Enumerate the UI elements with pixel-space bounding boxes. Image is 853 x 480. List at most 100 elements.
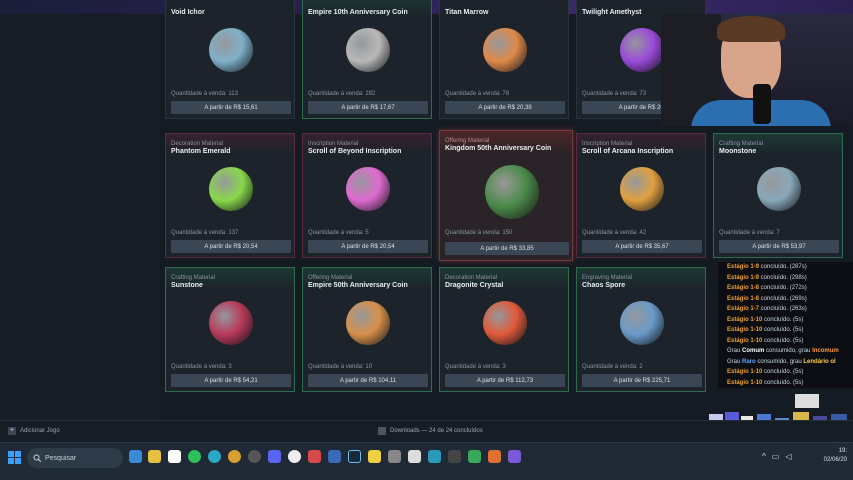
item-quantity: Quantidade à venda: 113 — [171, 91, 238, 97]
item-name: Empire 10th Anniversary Coin — [308, 9, 408, 16]
app-icon-purple[interactable] — [508, 450, 521, 463]
taskbar: Pesquisar ^ ▭ ◁ 19: 02/06/20 — [0, 442, 853, 480]
item-quantity: Quantidade à venda: 3 — [171, 364, 232, 370]
clock-date: 02/06/20 — [823, 457, 847, 463]
downloads-label: Downloads — 24 de 24 concluídos — [390, 428, 483, 434]
item-name: Chaos Spore — [582, 282, 626, 289]
item-quantity: Quantidade à venda: 3 — [445, 364, 506, 370]
market-item-card[interactable]: Inscription Material Scroll of Beyond Ins… — [302, 133, 432, 258]
item-name: Dragonite Crystal — [445, 282, 504, 289]
item-category: Crafting Material — [719, 141, 764, 147]
app-window: Void Ichor Quantidade à venda: 113 A parti… — [0, 0, 853, 480]
app-icon-dark[interactable] — [448, 450, 461, 463]
item-icon — [346, 301, 390, 345]
item-price-button[interactable]: A partir de R$ 112,73 — [445, 374, 565, 387]
chevron-up-icon[interactable]: ^ — [762, 452, 766, 461]
market-item-card[interactable]: Crafting Material Moonstone Quantidade à v… — [713, 133, 843, 258]
item-category: Inscription Material — [582, 141, 633, 147]
item-name: Void Ichor — [171, 9, 205, 16]
search-icon — [33, 454, 41, 462]
add-game-button[interactable]: + Adicionar Jogo — [8, 427, 60, 435]
taskbar-app-icon[interactable] — [129, 450, 142, 463]
taskbar-search[interactable]: Pesquisar — [27, 448, 123, 468]
log-line: Estágio 1-10 concluído. (5s) — [727, 316, 804, 323]
library-bottom-bar: + Adicionar Jogo Downloads — 24 de 24 co… — [0, 420, 853, 442]
system-tray[interactable]: ^ ▭ ◁ — [762, 452, 791, 461]
steam-icon[interactable] — [348, 450, 361, 463]
app-icon-teal[interactable] — [428, 450, 441, 463]
app-icon-red[interactable] — [308, 450, 321, 463]
log-line: Estágio 1-9 concluído. (287s) — [727, 264, 807, 270]
github-icon[interactable] — [288, 450, 301, 463]
search-label: Pesquisar — [45, 454, 77, 462]
edge-icon[interactable] — [208, 450, 221, 463]
downloads-status[interactable]: Downloads — 24 de 24 concluídos — [378, 427, 483, 435]
store-icon[interactable] — [168, 450, 181, 463]
item-icon — [346, 167, 390, 211]
item-icon — [346, 28, 390, 72]
item-price-button[interactable]: A partir de R$ 104,11 — [308, 374, 428, 387]
item-quantity: Quantidade à venda: 137 — [171, 230, 239, 236]
market-item-card[interactable]: Crafting Material Sunstone Quantidade à ve… — [165, 267, 295, 392]
item-quantity: Quantidade à venda: 2 — [582, 364, 643, 370]
item-price-button[interactable]: A partir de R$ 20,54 — [308, 240, 428, 253]
item-quantity: Quantidade à venda: 282 — [308, 91, 376, 97]
download-icon — [378, 427, 386, 435]
item-price-button[interactable]: A partir de R$ 20,54 — [171, 240, 291, 253]
item-price-button[interactable]: A partir de R$ 33,85 — [445, 242, 569, 255]
log-line: Estágio 1-10 concluído. (5s) — [727, 369, 804, 375]
item-name: Phantom Emerald — [171, 148, 231, 155]
app-icon-green[interactable] — [468, 450, 481, 463]
item-quantity: Quantidade à venda: 10 — [308, 364, 373, 370]
item-icon — [485, 165, 539, 219]
item-price-button[interactable]: A partir de R$ 225,71 — [582, 374, 702, 387]
market-item-card[interactable]: Offering Material Kingdom 50th Anniversar… — [439, 130, 573, 261]
windows-start-button[interactable] — [8, 451, 22, 465]
webcam-overlay — [661, 14, 853, 126]
item-price-button[interactable]: A partir de R$ 17,67 — [308, 101, 428, 114]
item-price-button[interactable]: A partir de R$ 54,21 — [171, 374, 291, 387]
market-item-card[interactable]: Void Ichor Quantidade à venda: 113 A parti… — [165, 0, 295, 119]
discord-icon[interactable] — [268, 450, 281, 463]
clock-time: 19: — [838, 448, 847, 454]
market-item-card[interactable]: Titan Marrow Quantidade à venda: 78 A part… — [439, 0, 569, 119]
app-icon-gray[interactable] — [388, 450, 401, 463]
item-category: Crafting Material — [171, 275, 216, 281]
item-name: Scroll of Arcana Inscription — [582, 148, 674, 155]
left-panel — [0, 14, 160, 420]
item-price-button[interactable]: A partir de R$ 53,97 — [719, 240, 839, 253]
item-category: Engraving Material — [582, 275, 633, 281]
log-line: Estágio 1-10 concluído. (5s) — [727, 337, 804, 344]
clock[interactable]: 19: 02/06/20 — [824, 447, 847, 465]
market-item-card[interactable]: Decoration Material Dragonite Crystal Quan… — [439, 267, 569, 392]
item-quantity: Quantidade à venda: 150 — [445, 230, 513, 236]
item-category: Decoration Material — [171, 141, 224, 147]
obs-icon[interactable] — [248, 450, 261, 463]
chrome-icon[interactable] — [228, 450, 241, 463]
app-icon-blue[interactable] — [328, 450, 341, 463]
item-name: Empire 50th Anniversary Coin — [308, 282, 408, 289]
item-price-button[interactable]: A partir de R$ 35,67 — [582, 240, 702, 253]
market-item-card[interactable]: Empire 10th Anniversary Coin Quantidade à… — [302, 0, 432, 119]
market-item-card[interactable]: Inscription Material Scroll of Arcana Ins… — [576, 133, 706, 258]
notes-icon[interactable] — [368, 450, 381, 463]
item-icon — [620, 301, 664, 345]
spotify-icon[interactable] — [188, 450, 201, 463]
item-price-button[interactable]: A partir de R$ 15,61 — [171, 101, 291, 114]
market-item-card[interactable]: Decoration Material Phantom Emerald Quanti… — [165, 133, 295, 258]
file-explorer-icon[interactable] — [148, 450, 161, 463]
app-icon-orange[interactable] — [488, 450, 501, 463]
add-game-label: Adicionar Jogo — [20, 428, 60, 434]
app-icon-white[interactable] — [408, 450, 421, 463]
market-item-card[interactable]: Offering Material Empire 50th Anniversary… — [302, 267, 432, 392]
log-line: Estágio 1-8 concluído. (269s) — [727, 295, 807, 302]
volume-icon[interactable]: ◁ — [785, 452, 791, 461]
item-price-button[interactable]: A partir de R$ 20,38 — [445, 101, 565, 114]
market-item-card[interactable]: Engraving Material Chaos Spore Quantidade … — [576, 267, 706, 392]
plus-icon: + — [8, 427, 16, 435]
network-icon[interactable]: ▭ — [772, 452, 780, 461]
log-line: Estágio 1-9 concluído. (298s) — [727, 274, 807, 281]
item-name: Kingdom 50th Anniversary Coin — [445, 145, 552, 152]
item-name: Twilight Amethyst — [582, 9, 642, 16]
log-line: Estágio 1-8 concluído. (272s) — [727, 285, 807, 291]
